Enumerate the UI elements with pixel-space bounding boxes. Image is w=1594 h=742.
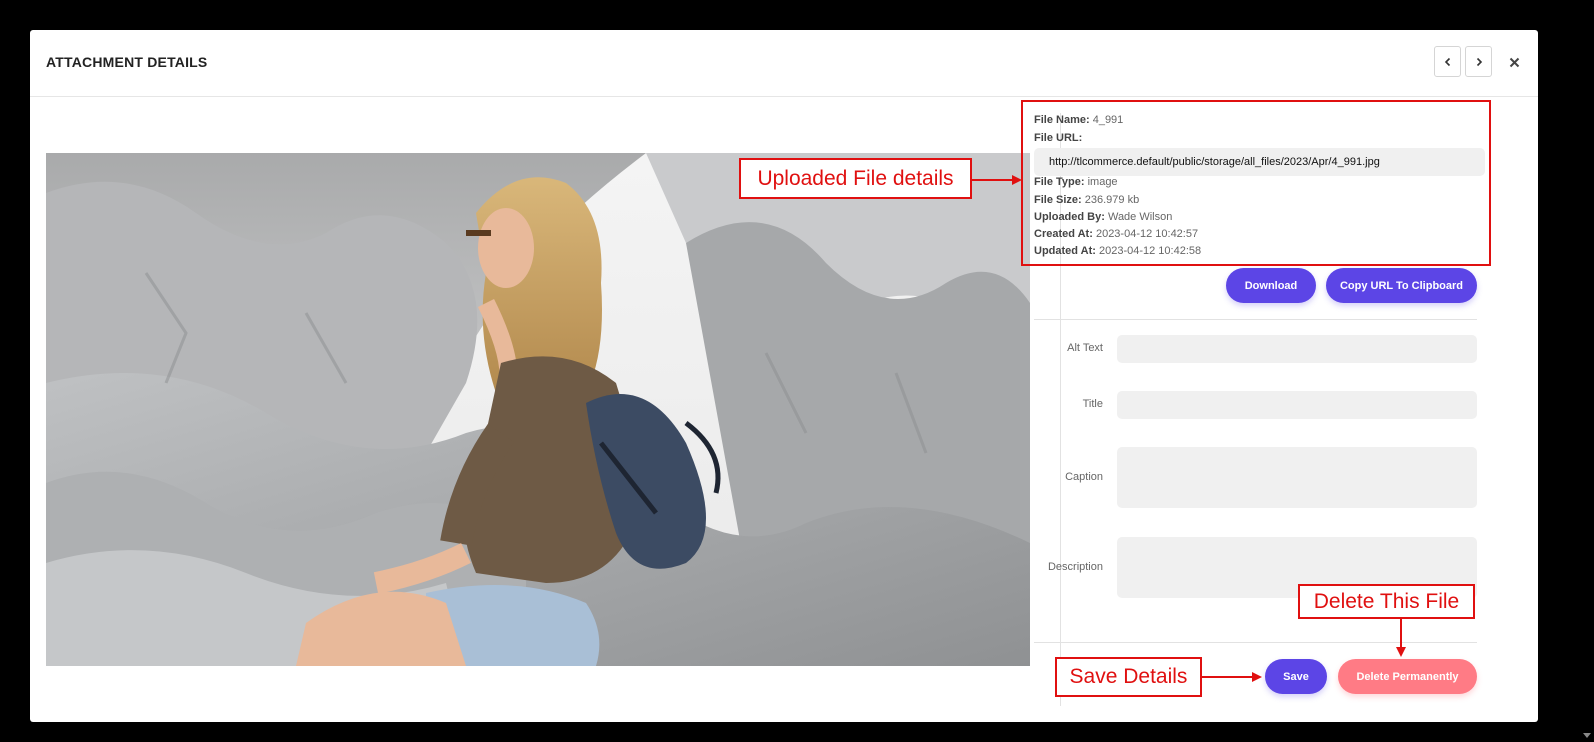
delete-permanently-button[interactable]: Delete Permanently [1338,659,1477,694]
file-name-value: 4_991 [1092,114,1124,126]
save-button[interactable]: Save [1265,659,1327,694]
file-name-label: File Name: [1034,114,1090,126]
annotation-delete-file: Delete This File [1298,584,1475,619]
title-label: Title [1082,398,1103,410]
file-details-box: File Name: 4_991 File URL: http://tlcomm… [1021,100,1491,266]
file-size-label: File Size: [1034,194,1082,206]
copy-url-button[interactable]: Copy URL To Clipboard [1326,268,1477,303]
attachment-image-preview [46,153,1030,666]
description-label: Description [1047,561,1103,573]
close-button[interactable] [1506,54,1522,70]
download-button[interactable]: Download [1226,268,1316,303]
alt-text-input[interactable] [1117,335,1477,363]
next-button[interactable] [1465,46,1492,77]
file-type-row: File Type: image [1034,176,1118,188]
chevron-left-icon [1444,57,1450,66]
file-url-row: File URL: [1034,132,1082,144]
file-name-row: File Name: 4_991 [1034,114,1123,126]
file-size-row: File Size: 236.979 kb [1034,194,1139,206]
scroll-down-arrow[interactable] [1583,733,1591,738]
alt-text-label: Alt Text [1067,342,1103,354]
created-at-label: Created At: [1034,228,1093,240]
footer-divider [1034,642,1477,643]
annotation-file-details: Uploaded File details [739,158,972,199]
caption-textarea[interactable] [1117,447,1477,508]
annotation-arrow-delete [1396,619,1406,657]
file-url-label: File URL: [1034,132,1083,144]
uploaded-by-value: Wade Wilson [1107,211,1173,223]
file-type-label: File Type: [1034,176,1085,188]
modal-title: ATTACHMENT DETAILS [46,54,208,70]
chevron-right-icon [1476,57,1482,66]
title-input[interactable] [1117,391,1477,419]
previous-button[interactable] [1434,46,1461,77]
file-type-value: image [1087,176,1118,188]
details-divider [1034,319,1477,320]
close-icon [1509,57,1519,67]
updated-at-value: 2023-04-12 10:42:58 [1098,245,1202,257]
updated-at-label: Updated At: [1034,245,1096,257]
annotation-arrow-details [972,175,1022,185]
uploaded-by-row: Uploaded By: Wade Wilson [1034,211,1172,223]
created-at-value: 2023-04-12 10:42:57 [1095,228,1199,240]
file-size-value: 236.979 kb [1084,194,1140,206]
annotation-arrow-save [1202,672,1262,682]
attachment-image [46,153,1030,666]
modal-header: ATTACHMENT DETAILS [30,30,1538,97]
caption-label: Caption [1065,471,1103,483]
created-at-row: Created At: 2023-04-12 10:42:57 [1034,228,1198,240]
annotation-save-details: Save Details [1055,657,1202,697]
file-url-field[interactable]: http://tlcommerce.default/public/storage… [1034,148,1485,176]
uploaded-by-label: Uploaded By: [1034,211,1105,223]
updated-at-row: Updated At: 2023-04-12 10:42:58 [1034,245,1201,257]
